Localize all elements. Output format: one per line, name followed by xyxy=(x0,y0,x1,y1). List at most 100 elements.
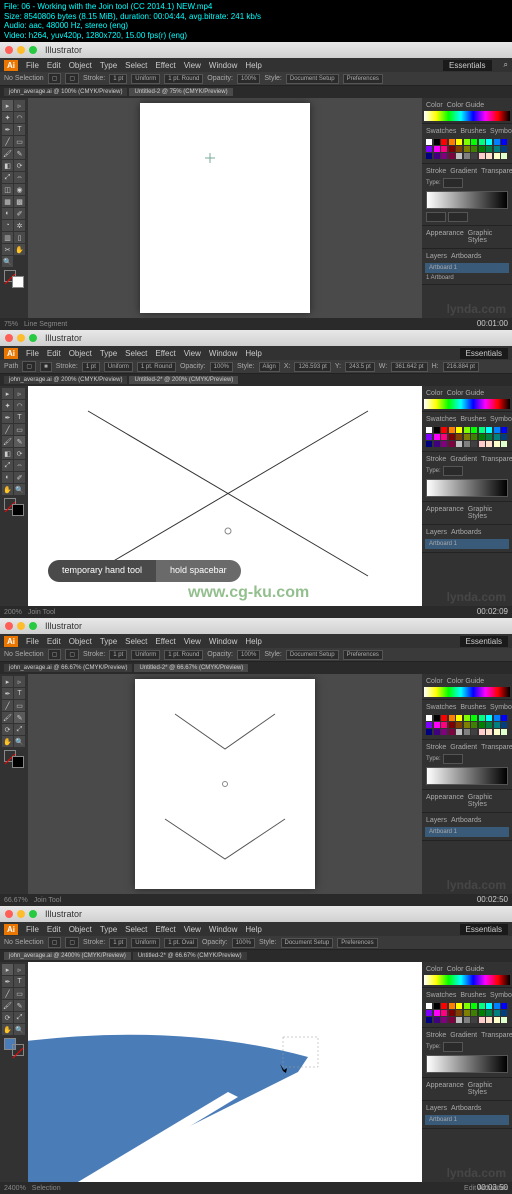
swatch[interactable] xyxy=(456,1003,462,1009)
scale-tool[interactable]: ⤢ xyxy=(2,172,13,183)
tab-1[interactable]: john_average.ai @ 100% (CMYK/Preview) xyxy=(4,88,127,96)
transparency-tab[interactable]: Transparency xyxy=(481,456,512,463)
swatch[interactable] xyxy=(441,1010,447,1016)
stroke-tab[interactable]: Stroke xyxy=(426,456,446,463)
swatch[interactable] xyxy=(441,441,447,447)
swatch[interactable] xyxy=(494,153,500,159)
swatch[interactable] xyxy=(449,434,455,440)
menu-window[interactable]: Window xyxy=(209,61,237,70)
stroke-icon[interactable]: ■ xyxy=(40,362,52,372)
color-swatches[interactable] xyxy=(4,270,24,288)
stroke-weight[interactable]: 1 pt xyxy=(109,650,127,660)
pencil-tool[interactable]: ✎ xyxy=(14,1000,25,1011)
wand-tool[interactable]: ✦ xyxy=(2,400,13,411)
swatch[interactable] xyxy=(479,1003,485,1009)
swatches-tab[interactable]: Swatches xyxy=(426,704,456,711)
artboards-tab[interactable]: Artboards xyxy=(451,1105,481,1112)
appearance-tab[interactable]: Appearance xyxy=(426,506,464,520)
y-value[interactable]: 243.5 pt xyxy=(345,362,375,372)
swatch[interactable] xyxy=(486,139,492,145)
stroke-profile[interactable]: Uniform xyxy=(131,74,160,84)
selection-tool[interactable]: ▸ xyxy=(2,676,13,687)
swatch[interactable] xyxy=(479,722,485,728)
eyedropper-tool[interactable]: ✐ xyxy=(14,472,25,483)
swatch[interactable] xyxy=(479,146,485,152)
swatch[interactable] xyxy=(471,1017,477,1023)
swatch[interactable] xyxy=(456,146,462,152)
menu-view[interactable]: View xyxy=(184,349,201,358)
swatch[interactable] xyxy=(426,427,432,433)
swatch[interactable] xyxy=(501,427,507,433)
menu-window[interactable]: Window xyxy=(209,925,237,934)
swatch[interactable] xyxy=(426,153,432,159)
swatch[interactable] xyxy=(494,427,500,433)
swatch[interactable] xyxy=(456,1010,462,1016)
rect-tool[interactable]: ▭ xyxy=(14,988,25,999)
swatch[interactable] xyxy=(464,153,470,159)
canvas[interactable] xyxy=(28,962,422,1182)
direct-select-tool[interactable]: ▹ xyxy=(14,964,25,975)
color-spectrum[interactable] xyxy=(424,687,510,697)
menu-help[interactable]: Help xyxy=(245,349,261,358)
doc-setup-button[interactable]: Document Setup xyxy=(286,74,339,84)
hand-tool[interactable]: ✋ xyxy=(2,1024,13,1035)
zoom-icon[interactable] xyxy=(29,334,37,342)
swatch[interactable] xyxy=(426,722,432,728)
swatch[interactable] xyxy=(449,1010,455,1016)
color-tab[interactable]: Color xyxy=(426,390,443,397)
swatch[interactable] xyxy=(479,1017,485,1023)
gradient-tab[interactable]: Gradient xyxy=(450,456,477,463)
swatch[interactable] xyxy=(456,729,462,735)
swatch[interactable] xyxy=(501,139,507,145)
swatch[interactable] xyxy=(501,715,507,721)
brushes-tab[interactable]: Brushes xyxy=(460,992,486,999)
menu-help[interactable]: Help xyxy=(245,61,261,70)
swatch[interactable] xyxy=(486,434,492,440)
workspace-switcher[interactable]: Essentials xyxy=(443,60,491,71)
scale-tool[interactable]: ⤢ xyxy=(14,724,25,735)
brush-tool[interactable]: 🖌 xyxy=(2,1000,13,1011)
line-tool[interactable]: ╱ xyxy=(2,988,13,999)
opacity-value[interactable]: 100% xyxy=(237,650,260,660)
eraser-tool[interactable]: ◧ xyxy=(2,448,13,459)
stroke-icon[interactable]: ▢ xyxy=(65,937,79,948)
swatch[interactable] xyxy=(426,139,432,145)
stroke-tab[interactable]: Stroke xyxy=(426,1032,446,1039)
hand-tool[interactable]: ✋ xyxy=(2,736,13,747)
canvas[interactable] xyxy=(28,98,422,318)
type-tool[interactable]: T xyxy=(14,688,25,699)
zoom-icon[interactable] xyxy=(29,622,37,630)
direct-select-tool[interactable]: ▹ xyxy=(14,100,25,111)
color-spectrum[interactable] xyxy=(424,111,510,121)
close-icon[interactable] xyxy=(5,46,13,54)
menu-type[interactable]: Type xyxy=(100,925,117,934)
menu-type[interactable]: Type xyxy=(100,61,117,70)
menu-object[interactable]: Object xyxy=(69,61,92,70)
appearance-tab[interactable]: Appearance xyxy=(426,230,464,244)
swatch[interactable] xyxy=(471,1010,477,1016)
blend-tool[interactable]: ◔ xyxy=(2,220,13,231)
swatch[interactable] xyxy=(441,715,447,721)
color-tab[interactable]: Color xyxy=(426,102,443,109)
swatch[interactable] xyxy=(501,146,507,152)
fill-icon[interactable]: ▢ xyxy=(48,937,62,948)
swatch[interactable] xyxy=(456,153,462,159)
swatch[interactable] xyxy=(464,729,470,735)
swatch[interactable] xyxy=(494,1003,500,1009)
swatch[interactable] xyxy=(501,441,507,447)
line-tool[interactable]: ╱ xyxy=(2,424,13,435)
gradient-type[interactable] xyxy=(443,1042,463,1052)
swatch[interactable] xyxy=(494,146,500,152)
artboard[interactable] xyxy=(135,679,315,889)
swatches-grid[interactable] xyxy=(424,1001,510,1025)
swatch[interactable] xyxy=(479,715,485,721)
zoom-level[interactable]: 75% xyxy=(4,321,18,328)
workspace-switcher[interactable]: Essentials xyxy=(460,348,508,359)
menu-file[interactable]: File xyxy=(26,61,39,70)
type-tool[interactable]: T xyxy=(14,976,25,987)
stroke-tab[interactable]: Stroke xyxy=(426,168,446,175)
close-icon[interactable] xyxy=(5,334,13,342)
swatch[interactable] xyxy=(501,1003,507,1009)
layers-tab[interactable]: Layers xyxy=(426,817,447,824)
minimize-icon[interactable] xyxy=(17,622,25,630)
